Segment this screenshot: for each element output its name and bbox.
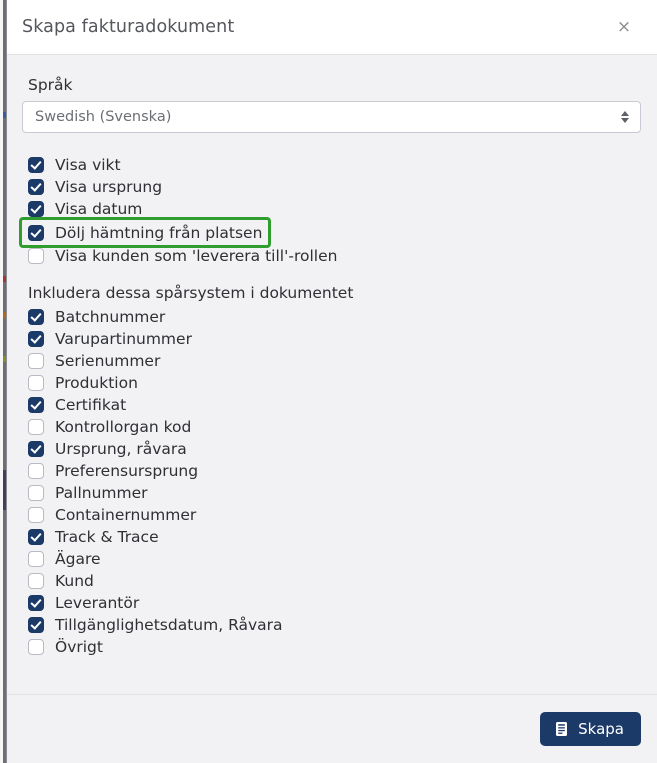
create-button-label: Skapa: [578, 720, 624, 738]
language-select[interactable]: Swedish (Svenska): [22, 101, 641, 133]
checkbox-label: Serienummer: [55, 352, 161, 370]
checkbox-row[interactable]: Batchnummer: [22, 306, 165, 328]
checkbox-row[interactable]: Ägare: [22, 548, 101, 570]
checkbox-label: Leverantör: [55, 594, 140, 612]
checkbox-row[interactable]: Dölj hämtning från platsen: [18, 217, 272, 248]
checkbox-row[interactable]: Leverantör: [22, 592, 139, 614]
checkbox-label: Ägare: [55, 550, 101, 568]
checkbox-label: Visa kunden som 'leverera till'-rollen: [55, 247, 338, 265]
checkbox-unchecked-icon[interactable]: [28, 419, 44, 435]
checkbox-label: Ursprung, råvara: [55, 440, 187, 458]
checkbox-checked-icon[interactable]: [28, 331, 44, 347]
checkbox-label: Övrigt: [55, 638, 103, 656]
checkbox-row[interactable]: Produktion: [22, 372, 138, 394]
checkbox-label: Produktion: [55, 374, 138, 392]
checkbox-row[interactable]: Visa datum: [22, 198, 142, 220]
tracking-options-group: Batchnummer Varupartinummer Serienummer Pro…: [22, 306, 641, 658]
checkbox-label: Track & Trace: [55, 528, 159, 546]
checkbox-row[interactable]: Tillgänglighetsdatum, Råvara: [22, 614, 283, 636]
page-title: Skapa fakturadokument: [22, 17, 235, 37]
dialog-body: Språk Swedish (Svenska) Visa vikt Visa ur…: [7, 55, 657, 694]
background-artifact: [3, 356, 6, 362]
checkbox-checked-icon[interactable]: [28, 617, 44, 633]
checkbox-row[interactable]: Track & Trace: [22, 526, 159, 548]
checkbox-checked-icon[interactable]: [28, 224, 44, 241]
create-invoice-document-dialog: Skapa fakturadokument × Språk Swedish (S…: [7, 0, 657, 763]
checkbox-checked-icon[interactable]: [28, 157, 44, 173]
background-artifact: [3, 112, 6, 118]
checkbox-label: Visa ursprung: [55, 178, 163, 196]
checkbox-label: Kontrollorgan kod: [55, 418, 192, 436]
background-page-edge: [0, 0, 7, 763]
checkbox-label: Containernummer: [55, 506, 197, 524]
checkbox-unchecked-icon[interactable]: [28, 639, 44, 655]
checkbox-unchecked-icon[interactable]: [28, 353, 44, 369]
checkbox-checked-icon[interactable]: [28, 201, 44, 217]
checkbox-checked-icon[interactable]: [28, 309, 44, 325]
checkbox-row[interactable]: Pallnummer: [22, 482, 148, 504]
checkbox-row[interactable]: Ursprung, råvara: [22, 438, 187, 460]
checkbox-checked-icon[interactable]: [28, 595, 44, 611]
checkbox-row[interactable]: Varupartinummer: [22, 328, 192, 350]
checkbox-unchecked-icon[interactable]: [28, 485, 44, 501]
checkbox-row[interactable]: Preferensursprung: [22, 460, 198, 482]
language-field-label: Språk: [28, 76, 73, 94]
checkbox-row[interactable]: Serienummer: [22, 350, 160, 372]
checkbox-label: Certifikat: [55, 396, 127, 414]
checkbox-unchecked-icon[interactable]: [28, 463, 44, 479]
document-icon: [554, 721, 569, 737]
checkbox-row[interactable]: Visa vikt: [22, 154, 121, 176]
checkbox-row[interactable]: Kontrollorgan kod: [22, 416, 191, 438]
checkbox-label: Preferensursprung: [55, 462, 199, 480]
checkbox-unchecked-icon[interactable]: [28, 573, 44, 589]
background-artifact: [3, 470, 6, 510]
background-artifact: [3, 312, 6, 318]
checkbox-label: Batchnummer: [55, 308, 166, 326]
checkbox-label: Tillgänglighetsdatum, Råvara: [55, 616, 283, 634]
checkbox-label: Dölj hämtning från platsen: [55, 223, 263, 242]
checkbox-checked-icon[interactable]: [28, 397, 44, 413]
checkbox-row[interactable]: Kund: [22, 570, 94, 592]
dialog-header: Skapa fakturadokument ×: [7, 0, 657, 55]
checkbox-label: Kund: [55, 572, 94, 590]
dialog-footer: Skapa: [7, 694, 657, 763]
create-button[interactable]: Skapa: [540, 712, 641, 746]
checkbox-row[interactable]: Visa kunden som 'leverera till'-rollen: [22, 245, 337, 267]
checkbox-checked-icon[interactable]: [28, 179, 44, 195]
checkbox-unchecked-icon[interactable]: [28, 507, 44, 523]
checkbox-unchecked-icon[interactable]: [28, 551, 44, 567]
background-artifact: [3, 276, 6, 282]
checkbox-row[interactable]: Visa ursprung: [22, 176, 162, 198]
checkbox-checked-icon[interactable]: [28, 441, 44, 457]
checkbox-row[interactable]: Certifikat: [22, 394, 126, 416]
checkbox-label: Pallnummer: [55, 484, 148, 502]
close-icon[interactable]: ×: [611, 14, 637, 40]
display-options-group: Visa vikt Visa ursprung Visa datum Dölj häm…: [18, 154, 641, 267]
checkbox-unchecked-icon[interactable]: [28, 248, 44, 264]
checkbox-unchecked-icon[interactable]: [28, 375, 44, 391]
checkbox-label: Visa datum: [55, 200, 143, 218]
checkbox-label: Visa vikt: [55, 156, 121, 174]
checkbox-row[interactable]: Containernummer: [22, 504, 196, 526]
checkbox-checked-icon[interactable]: [28, 529, 44, 545]
language-select-wrapper: Swedish (Svenska): [22, 101, 641, 133]
checkbox-label: Varupartinummer: [55, 330, 192, 348]
tracking-section-heading: Inkludera dessa spårsystem i dokumentet: [28, 284, 354, 302]
checkbox-row[interactable]: Övrigt: [22, 636, 103, 658]
